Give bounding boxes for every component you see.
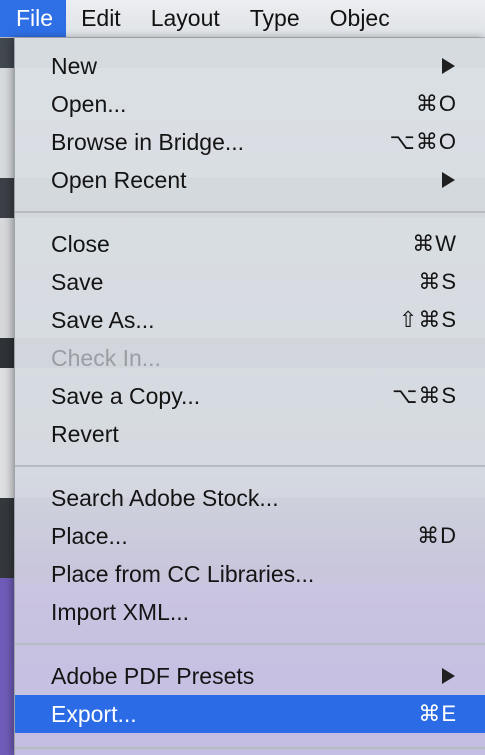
menu-separator — [15, 643, 485, 645]
menu-item-label: Adobe PDF Presets — [51, 662, 255, 689]
menu-item-label: New — [51, 52, 98, 79]
menu-item-new[interactable]: New — [15, 47, 485, 85]
menu-item-import-xml[interactable]: Import XML... — [15, 593, 485, 631]
menu-item-check-in: Check In... — [15, 339, 485, 377]
menu-item-label: Place from CC Libraries... — [51, 560, 315, 587]
menu-item-shortcut: ⌘W — [412, 231, 457, 256]
menu-item-save-a-copy[interactable]: Save a Copy... ⌥⌘S — [15, 377, 485, 415]
submenu-arrow-icon — [442, 668, 455, 684]
menu-item-label: Save — [51, 268, 104, 295]
menu-item-save-as[interactable]: Save As... ⇧⌘S — [15, 301, 485, 339]
menu-item-open[interactable]: Open... ⌘O — [15, 85, 485, 123]
menu-bar: File Edit Layout Type Objec — [0, 0, 485, 38]
menu-item-label: Export... — [51, 700, 137, 727]
menu-item-shortcut: ⌘E — [418, 701, 457, 726]
submenu-arrow-icon — [442, 58, 455, 74]
menu-item-label: Check In... — [51, 344, 161, 371]
menu-item-shortcut: ⌘D — [417, 523, 457, 548]
menu-item-browse-in-bridge[interactable]: Browse in Bridge... ⌥⌘O — [15, 123, 485, 161]
menu-item-export[interactable]: Export... ⌘E — [15, 695, 485, 733]
submenu-arrow-icon — [442, 172, 455, 188]
menu-item-label: Revert — [51, 420, 119, 447]
menu-item-label: Open Recent — [51, 166, 187, 193]
menu-item-shortcut: ⌥⌘S — [391, 383, 457, 408]
menu-separator — [15, 747, 485, 749]
menubar-file[interactable]: File — [0, 0, 67, 37]
menu-item-label: Place... — [51, 522, 128, 549]
menu-item-shortcut: ⌥⌘O — [389, 129, 457, 154]
menubar-object[interactable]: Objec — [315, 0, 405, 37]
menubar-type[interactable]: Type — [235, 0, 315, 37]
menu-item-adobe-pdf-presets[interactable]: Adobe PDF Presets — [15, 657, 485, 695]
menu-item-place[interactable]: Place... ⌘D — [15, 517, 485, 555]
menu-item-close[interactable]: Close ⌘W — [15, 225, 485, 263]
menu-item-label: Save As... — [51, 306, 155, 333]
menu-item-shortcut: ⌘S — [418, 269, 457, 294]
menu-separator — [15, 211, 485, 213]
menu-item-open-recent[interactable]: Open Recent — [15, 161, 485, 199]
menu-item-place-from-cc-libraries[interactable]: Place from CC Libraries... — [15, 555, 485, 593]
menu-item-label: Open... — [51, 90, 127, 117]
menu-item-shortcut: ⇧⌘S — [398, 307, 457, 332]
menu-item-save[interactable]: Save ⌘S — [15, 263, 485, 301]
menu-item-label: Save a Copy... — [51, 382, 201, 409]
file-menu-dropdown: New Open... ⌘O Browse in Bridge... ⌥⌘O O… — [14, 38, 485, 755]
menu-item-label: Close — [51, 230, 110, 257]
menu-item-shortcut: ⌘O — [415, 91, 457, 116]
menu-separator — [15, 465, 485, 467]
menu-item-revert[interactable]: Revert — [15, 415, 485, 453]
menu-item-label: Import XML... — [51, 598, 190, 625]
menu-item-search-adobe-stock[interactable]: Search Adobe Stock... — [15, 479, 485, 517]
menubar-layout[interactable]: Layout — [136, 0, 235, 37]
menu-item-label: Search Adobe Stock... — [51, 484, 279, 511]
menubar-edit[interactable]: Edit — [66, 0, 136, 37]
menu-item-label: Browse in Bridge... — [51, 128, 245, 155]
